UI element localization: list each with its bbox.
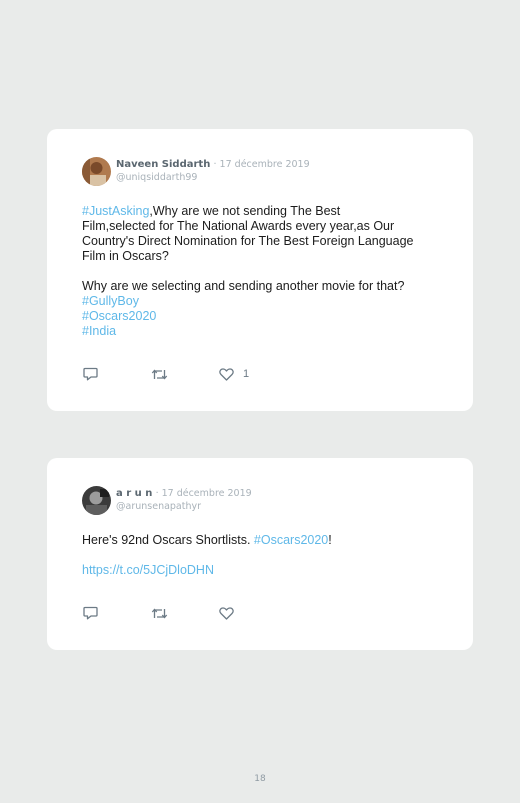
tweet-text: #JustAsking,Why are we not sending The B… (82, 204, 452, 339)
tweet-text: Here's 92nd Oscars Shortlists. #Oscars20… (82, 533, 452, 578)
tweet-link[interactable]: #Oscars2020 (82, 309, 156, 323)
author-name[interactable]: Naveen Siddarth (116, 159, 210, 170)
avatar[interactable] (82, 157, 111, 186)
tweet-line: #India (82, 324, 452, 339)
like-button[interactable]: 1 (219, 367, 250, 381)
tweet-line (82, 264, 452, 279)
tweet-line: https://t.co/5JCjDloDHN (82, 563, 452, 578)
tweet-text-segment: Here's 92nd Oscars Shortlists. (82, 533, 254, 547)
tweet-line: #JustAsking,Why are we not sending The B… (82, 204, 452, 219)
tweet-line: Country's Direct Nomination for The Best… (82, 234, 452, 249)
heart-icon (219, 367, 234, 381)
retweet-button[interactable] (151, 607, 219, 620)
author-handle[interactable]: @arunsenapathyr (116, 500, 252, 513)
like-button[interactable] (219, 606, 243, 620)
avatar[interactable] (82, 486, 111, 515)
tweet-text-segment: Country's Direct Nomination for The Best… (82, 234, 414, 248)
author-handle[interactable]: @uniqsiddarth99 (116, 171, 310, 184)
tweet-line: Film in Oscars? (82, 249, 452, 264)
tweet-actions: 1 (83, 366, 249, 382)
tweet-card: Naveen Siddarth · 17 décembre 2019 @uniq… (47, 129, 473, 411)
reply-button[interactable] (83, 367, 151, 381)
heart-icon (219, 606, 234, 620)
tweet-card: a r u n · 17 décembre 2019 @arunsenapath… (47, 458, 473, 650)
tweet-header: Naveen Siddarth · 17 décembre 2019 @uniq… (116, 158, 310, 184)
reply-button[interactable] (83, 606, 151, 620)
tweet-line (82, 548, 452, 563)
tweet-text-segment: ,Why are we not sending The Best (149, 204, 341, 218)
tweet-link[interactable]: #GullyBoy (82, 294, 139, 308)
author-name[interactable]: a r u n (116, 488, 152, 499)
page-number: 18 (254, 774, 266, 784)
retweet-button[interactable] (151, 368, 219, 381)
tweet-line: #Oscars2020 (82, 309, 452, 324)
reply-icon (83, 367, 98, 381)
tweet-actions (83, 605, 243, 621)
tweet-line: #GullyBoy (82, 294, 452, 309)
tweet-link[interactable]: #India (82, 324, 116, 338)
tweet-line: Film,selected for The National Awards ev… (82, 219, 452, 234)
tweet-date[interactable]: · 17 décembre 2019 (214, 159, 310, 170)
retweet-icon (151, 369, 168, 379)
tweet-line: Here's 92nd Oscars Shortlists. #Oscars20… (82, 533, 452, 548)
tweet-link[interactable]: #JustAsking (82, 204, 149, 218)
tweet-link[interactable]: #Oscars2020 (254, 533, 328, 547)
like-count: 1 (243, 368, 250, 380)
reply-icon (83, 606, 98, 620)
tweet-text-segment: Film in Oscars? (82, 249, 169, 263)
tweet-text-segment: Why are we selecting and sending another… (82, 279, 405, 293)
tweet-text-segment: Film,selected for The National Awards ev… (82, 219, 395, 233)
tweet-text-segment: ! (328, 533, 332, 547)
tweet-header: a r u n · 17 décembre 2019 @arunsenapath… (116, 487, 252, 513)
tweet-date[interactable]: · 17 décembre 2019 (156, 488, 252, 499)
retweet-icon (151, 608, 168, 618)
tweet-line: Why are we selecting and sending another… (82, 279, 452, 294)
tweet-link[interactable]: https://t.co/5JCjDloDHN (82, 563, 214, 577)
